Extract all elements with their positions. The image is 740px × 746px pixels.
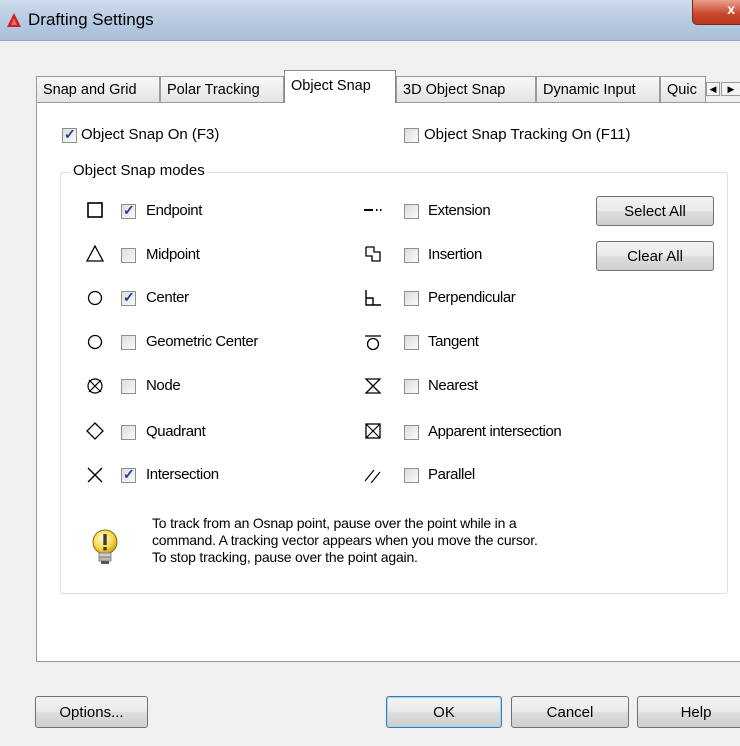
chevron-left-icon: ◀ (709, 84, 717, 94)
node-checkbox[interactable] (121, 379, 136, 394)
endpoint-icon (87, 202, 103, 218)
endpoint-checkbox[interactable] (121, 202, 136, 219)
geometric-center-icon (87, 334, 103, 350)
tab-scroll-right-button[interactable]: ▶ (721, 82, 740, 96)
perpendicular-icon (365, 290, 381, 306)
close-icon: x (727, 1, 735, 17)
insertion-label[interactable]: Insertion (428, 246, 482, 263)
geometric-center-label[interactable]: Geometric Center (146, 333, 258, 350)
options-button[interactable]: Options... (35, 696, 148, 728)
node-label[interactable]: Node (146, 377, 181, 394)
parallel-checkbox[interactable] (404, 468, 419, 483)
extension-icon (364, 209, 382, 211)
tab-dynamic-input[interactable]: Dynamic Input (536, 76, 660, 102)
nearest-checkbox[interactable] (404, 379, 419, 394)
quadrant-label[interactable]: Quadrant (146, 423, 206, 440)
intersection-icon (87, 467, 103, 483)
select-all-button[interactable]: Select All (596, 196, 714, 226)
intersection-label[interactable]: Intersection (146, 466, 219, 483)
insertion-checkbox[interactable] (404, 248, 419, 263)
nearest-label[interactable]: Nearest (428, 377, 478, 394)
parallel-label[interactable]: Parallel (428, 466, 475, 483)
parallel-icon (364, 469, 381, 484)
window-title: Drafting Settings (28, 10, 154, 29)
nearest-icon (364, 378, 382, 394)
tab-snap-and-grid[interactable]: Snap and Grid (36, 76, 160, 102)
perpendicular-checkbox[interactable] (404, 291, 419, 306)
quadrant-checkbox[interactable] (121, 425, 136, 440)
apparent-intersection-checkbox[interactable] (404, 425, 419, 440)
tab-3d-object-snap[interactable]: 3D Object Snap (396, 76, 536, 102)
tangent-icon (365, 335, 381, 351)
endpoint-label[interactable]: Endpoint (146, 202, 202, 219)
object-snap-modes-title: Object Snap modes (70, 162, 208, 179)
tab-polar-tracking[interactable]: Polar Tracking (160, 76, 284, 102)
ok-button[interactable]: OK (386, 696, 502, 728)
tab-quick-properties[interactable]: Quic (660, 76, 706, 102)
lightbulb-icon (92, 529, 118, 564)
extension-label[interactable]: Extension (428, 202, 491, 219)
quadrant-icon (86, 422, 104, 440)
tab-scroll-left-button[interactable]: ◀ (706, 82, 720, 96)
tangent-checkbox[interactable] (404, 335, 419, 350)
object-snap-tracking-checkbox[interactable] (404, 128, 419, 143)
autocad-app-icon (7, 13, 21, 27)
info-text-line-3: To stop tracking, pause over the point a… (152, 549, 418, 565)
center-icon (87, 290, 103, 306)
extension-checkbox[interactable] (404, 204, 419, 219)
midpoint-icon (85, 244, 105, 262)
center-label[interactable]: Center (146, 289, 189, 306)
help-button[interactable]: Help (637, 696, 740, 728)
center-checkbox[interactable] (121, 289, 136, 306)
title-bar[interactable]: Drafting Settings x (0, 0, 740, 41)
apparent-intersection-label[interactable]: Apparent intersection (428, 423, 562, 440)
close-button[interactable]: x (692, 0, 740, 25)
intersection-checkbox[interactable] (121, 466, 136, 483)
node-icon (87, 378, 103, 394)
midpoint-checkbox[interactable] (121, 248, 136, 263)
midpoint-label[interactable]: Midpoint (146, 246, 200, 263)
geometric-center-checkbox[interactable] (121, 335, 136, 350)
info-text-line-1: To track from an Osnap point, pause over… (152, 515, 517, 531)
apparent-intersection-icon (365, 423, 381, 439)
clear-all-button[interactable]: Clear All (596, 241, 714, 271)
tab-object-snap[interactable]: Object Snap (284, 70, 396, 103)
cancel-button[interactable]: Cancel (511, 696, 629, 728)
insertion-icon (365, 246, 381, 262)
object-snap-on-label[interactable]: Object Snap On (F3) (81, 126, 219, 143)
tangent-label[interactable]: Tangent (428, 333, 479, 350)
object-snap-tracking-label[interactable]: Object Snap Tracking On (F11) (424, 126, 630, 143)
chevron-right-icon: ▶ (727, 84, 735, 94)
perpendicular-label[interactable]: Perpendicular (428, 289, 516, 306)
info-text-line-2: command. A tracking vector appears when … (152, 532, 538, 548)
object-snap-on-checkbox[interactable] (62, 126, 77, 143)
